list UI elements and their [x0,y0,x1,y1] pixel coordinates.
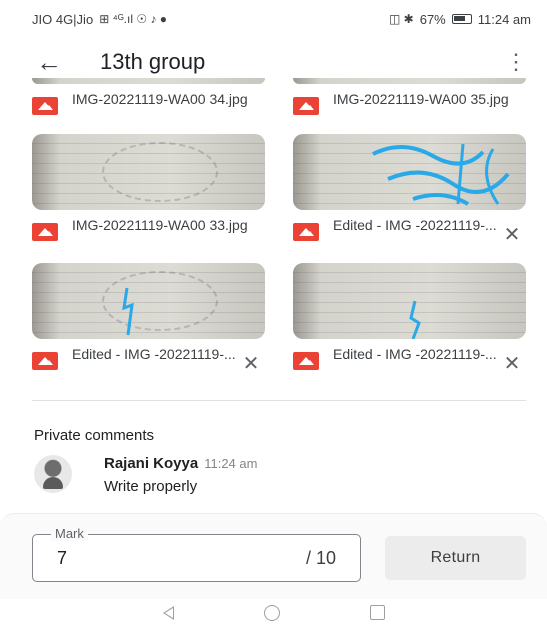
mark-total: / 10 [305,548,336,568]
more-vert-icon[interactable]: ⋮ [505,49,527,75]
comment-body: Rajani Koyya 11:24 am Write properly [104,455,257,495]
status-right: ◫ ✱ 67% 11:24 am [389,12,531,27]
attachment-file-name[interactable]: Edited - IMG -20221119-... [333,347,498,362]
attachment-thumbnail[interactable] [32,263,265,339]
attachment-card[interactable]: Edited - IMG -20221119-... ✕ [293,134,526,254]
nav-recents-icon[interactable] [369,605,385,620]
private-comments-heading: Private comments [34,427,155,444]
attachment-file-name[interactable]: IMG-20221119-WA00 33.jpg [72,218,265,233]
status-left: JIO 4G|Jio ⊞ ⁴ᴳ.ıl ☉ ♪ ● [32,12,167,27]
attachment-thumbnail[interactable] [32,134,265,210]
blue-annotation-drawing [122,287,134,336]
ink-stroke [409,300,421,339]
attachment-thumbnail[interactable] [293,78,526,84]
attachment-file-row: Edited - IMG -20221119-... ✕ [293,347,526,383]
attachment-card[interactable]: Edited - IMG -20221119-... ✕ [32,263,265,383]
battery-percent: 67% [419,11,446,27]
status-indicators-icon: ⊞ ⁴ᴳ.ıl ☉ ♪ ● [99,12,168,26]
comment-author: Rajani Koyya [104,455,199,472]
nav-home-icon[interactable] [263,604,280,621]
blue-annotation-drawing [409,300,421,339]
remove-attachment-icon[interactable]: ✕ [498,351,526,376]
attachment-card[interactable]: Edited - IMG -20221119-... ✕ [293,263,526,383]
battery-icon [451,14,472,24]
attachment-thumbnail[interactable] [293,134,526,210]
return-button[interactable]: Return [385,536,526,580]
attachment-file-row: IMG-20221119-WA00 33.jpg [32,218,265,254]
attachment-card[interactable]: IMG-20221119-WA00 34.jpg [32,78,265,128]
back-arrow-icon[interactable]: ← [36,49,72,75]
attachment-card[interactable]: IMG-20221119-WA00 33.jpg [32,134,265,254]
blue-annotation-drawing [372,143,510,206]
image-file-icon [293,223,319,241]
attachment-file-row: Edited - IMG -20221119-... ✕ [32,347,265,383]
status-bar: JIO 4G|Jio ⊞ ⁴ᴳ.ıl ☉ ♪ ● ◫ ✱ 67% 11:24 a… [0,0,547,38]
section-divider [32,400,526,401]
image-file-icon [32,352,58,370]
attachment-thumbnail[interactable] [32,78,265,84]
attachment-file-row: IMG-20221119-WA00 35.jpg [293,92,526,128]
attachment-file-name[interactable]: IMG-20221119-WA00 35.jpg [333,92,526,107]
attachment-card[interactable]: IMG-20221119-WA00 35.jpg [293,78,526,128]
comment-time: 11:24 am [204,456,258,471]
mark-input[interactable]: Mark 7 / 10 [32,526,361,582]
image-file-icon [293,352,319,370]
attachment-file-name[interactable]: Edited - IMG -20221119-... [72,347,237,362]
vibrate-bluetooth-icon: ◫ ✱ [388,12,414,26]
ink-stroke [456,143,500,205]
avatar [34,455,72,493]
attachment-file-name[interactable]: IMG-20221119-WA00 34.jpg [72,92,265,107]
carrier-label: JIO 4G|Jio [32,11,94,27]
ink-stroke [122,287,134,336]
attachment-file-row: Edited - IMG -20221119-... ✕ [293,218,526,254]
attachment-file-row: IMG-20221119-WA00 34.jpg [32,92,265,128]
mark-field-label: Mark [51,526,88,541]
image-file-icon [32,223,58,241]
comment-item: Rajani Koyya 11:24 am Write properly [34,455,257,495]
grading-panel: Mark 7 / 10 Return [0,513,547,599]
remove-attachment-icon[interactable]: ✕ [237,351,265,376]
comment-header: Rajani Koyya 11:24 am [104,455,257,472]
nav-back-icon[interactable] [162,605,174,620]
image-file-icon [293,97,319,115]
attachment-file-name[interactable]: Edited - IMG -20221119-... [333,218,498,233]
comment-text: Write properly [104,478,198,495]
diagram-sketch [101,141,219,203]
page-title: 13th group [100,49,206,74]
mark-value[interactable]: 7 [57,548,67,569]
system-nav-bar [0,600,547,625]
image-file-icon [32,97,58,115]
remove-attachment-icon[interactable]: ✕ [498,222,526,247]
attachment-thumbnail[interactable] [293,263,526,339]
clock: 11:24 am [477,11,531,27]
